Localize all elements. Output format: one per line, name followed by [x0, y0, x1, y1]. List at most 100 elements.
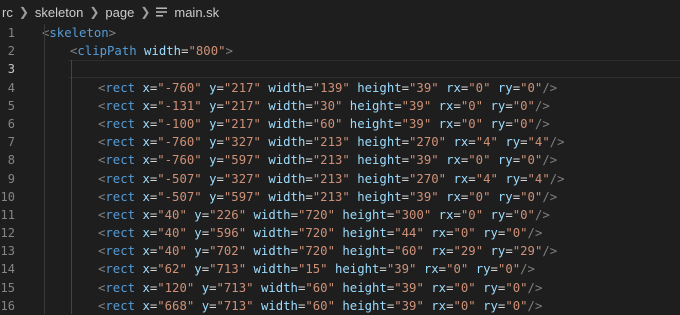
attribute-name: height: [357, 80, 402, 95]
attribute-value: "713": [209, 262, 247, 277]
tag-close-bracket: />: [520, 262, 535, 277]
attribute-value: "39": [394, 280, 424, 295]
attribute-name: rx: [453, 171, 469, 186]
attribute-value: "213": [312, 153, 350, 168]
attribute-name: x: [142, 98, 150, 113]
line-code: <skeleton>: [42, 24, 116, 42]
code-line[interactable]: 3: [0, 60, 680, 79]
attribute-name: ry: [490, 116, 506, 131]
code-line[interactable]: 4 <rect x="-760" y="217" width="139" heig…: [0, 79, 680, 97]
line-number: 15: [0, 280, 15, 295]
code-line[interactable]: 2 <clipPath width="800">: [0, 42, 680, 60]
attribute-name: width: [253, 244, 291, 259]
attribute-name: rx: [423, 262, 439, 277]
attribute-value: "60": [305, 280, 335, 295]
code-line[interactable]: 11 <rect x="40" y="226" width="720" heigh…: [0, 206, 680, 224]
attribute-name: x: [142, 262, 150, 277]
attribute-name: rx: [431, 280, 447, 295]
attribute-name: ry: [483, 298, 498, 313]
attribute-name: height: [349, 98, 395, 113]
code-editor[interactable]: 1 <skeleton> 2 <clipPath width="800"> 3 4 <rec…: [0, 24, 680, 315]
attribute-name: rx: [431, 226, 447, 241]
breadcrumb-item[interactable]: skeleton: [33, 5, 85, 20]
tag-name: rect: [105, 98, 136, 113]
attribute-value: "0": [512, 116, 535, 131]
code-line[interactable]: 14 <rect x="62" y="713" width="15" height…: [0, 260, 680, 278]
breadcrumb-item[interactable]: rc: [0, 5, 15, 20]
attribute-name: y: [194, 207, 202, 222]
attribute-value: "0": [505, 280, 528, 295]
code-line[interactable]: 13 <rect x="40" y="702" width="720" heigh…: [0, 242, 680, 260]
attribute-value: "270": [409, 135, 447, 150]
code-line[interactable]: 8 <rect x="-760" y="597" width="213" heig…: [0, 151, 680, 169]
attribute-name: ry: [490, 98, 506, 113]
attribute-value: "713": [216, 298, 254, 313]
attribute-value: "39": [401, 116, 432, 131]
code-line[interactable]: 6 <rect x="-100" y="217" width="60" heigh…: [0, 115, 680, 133]
attribute-value: "720": [297, 207, 335, 222]
line-number: 10: [0, 189, 15, 204]
code-line[interactable]: 15 <rect x="120" y="713" width="60" heigh…: [0, 279, 680, 297]
line-number: 8: [7, 153, 15, 168]
code-line[interactable]: 16 <rect x="668" y="713" width="60" heigh…: [0, 297, 680, 315]
line-number: 13: [0, 244, 15, 259]
line-number: 12: [0, 226, 15, 241]
attribute-name: ry: [475, 262, 491, 277]
chevron-right-icon: ❯: [89, 5, 100, 19]
tag-name: clipPath: [77, 44, 137, 59]
attribute-value: "60": [394, 244, 424, 259]
attribute-name: height: [342, 207, 387, 222]
tag-close-bracket: >: [225, 44, 233, 59]
code-line[interactable]: 1 <skeleton>: [0, 24, 680, 42]
tag-name: rect: [105, 171, 136, 186]
attribute-name: ry: [497, 153, 513, 168]
indent-guide: [44, 24, 45, 314]
attribute-value: "0": [460, 98, 484, 113]
attribute-value: "213": [312, 171, 350, 186]
code-line[interactable]: 12 <rect x="40" y="596" width="720" heigh…: [0, 224, 680, 242]
code-line[interactable]: 10 <rect x="-507" y="597" width="213" hei…: [0, 188, 680, 206]
line-code: <rect x="668" y="713" width="60" height=…: [98, 298, 543, 313]
attribute-value: "0": [497, 262, 521, 277]
attribute-value: "4": [527, 135, 550, 150]
attribute-value: "4": [475, 135, 498, 150]
breadcrumb-item[interactable]: page: [103, 5, 136, 20]
tag-name: rect: [105, 207, 136, 222]
attribute-value: "29": [453, 244, 484, 259]
tag-name: rect: [105, 262, 136, 277]
attribute-value: "62": [157, 262, 187, 277]
attribute-name: y: [201, 280, 210, 295]
attribute-name: rx: [431, 244, 447, 259]
attribute-value: "0": [468, 189, 491, 204]
attribute-value: "39": [401, 98, 432, 113]
attribute-name: width: [268, 98, 306, 113]
line-code: <clipPath width="800">: [70, 44, 233, 59]
breadcrumb-file[interactable]: main.sk: [172, 5, 221, 20]
attribute-value: "15": [297, 262, 328, 277]
attribute-value: "40": [157, 207, 187, 222]
attribute-name: rx: [438, 207, 454, 222]
attribute-value: "0": [453, 280, 476, 295]
tag-name: rect: [105, 298, 136, 313]
attribute-name: height: [357, 189, 402, 204]
line-number: 11: [0, 207, 15, 222]
code-line[interactable]: 5 <rect x="-131" y="217" width="30" heigh…: [0, 97, 680, 115]
attribute-value: "0": [453, 298, 476, 313]
attribute-value: "39": [409, 80, 439, 95]
chevron-right-icon: ❯: [18, 5, 29, 19]
attribute-value: "-760": [157, 135, 202, 150]
attribute-name: rx: [446, 80, 461, 95]
attribute-value: "217": [223, 98, 261, 113]
code-line[interactable]: 9 <rect x="-507" y="327" width="213" heig…: [0, 170, 680, 188]
attribute-name: width: [260, 280, 298, 295]
line-code: <rect x="-760" y="217" width="139" heigh…: [98, 80, 558, 95]
attribute-name: ry: [505, 171, 521, 186]
attribute-name: height: [357, 135, 402, 150]
attribute-name: x: [142, 207, 150, 222]
attribute-name: width: [253, 207, 291, 222]
attribute-value: "4": [475, 171, 498, 186]
attribute-value: "0": [505, 298, 528, 313]
code-line[interactable]: 7 <rect x="-760" y="327" width="213" heig…: [0, 133, 680, 151]
attribute-value: "327": [223, 135, 261, 150]
tag-close-bracket: />: [527, 298, 543, 313]
